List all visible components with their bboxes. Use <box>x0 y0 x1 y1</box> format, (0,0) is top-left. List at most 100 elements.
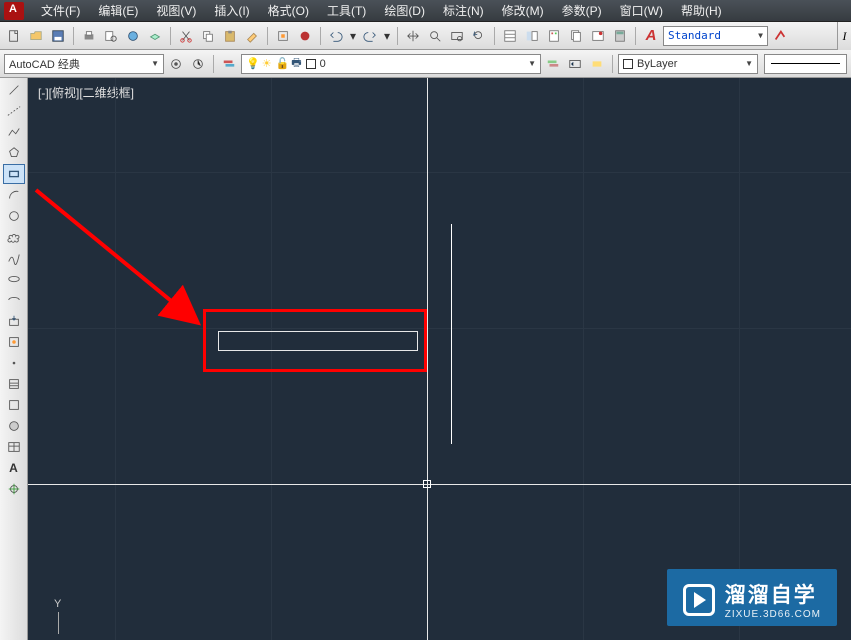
rectangle-tool[interactable] <box>3 164 25 184</box>
crosshair-horizontal <box>28 484 851 485</box>
design-center-button[interactable] <box>522 26 542 46</box>
add-selected-tool[interactable] <box>3 479 25 499</box>
menu-parametric[interactable]: 参数(P) <box>553 0 611 22</box>
layer-previous-button[interactable] <box>565 54 585 74</box>
layer-isolate-button[interactable] <box>587 54 607 74</box>
separator <box>635 27 636 45</box>
ellipse-arc-tool[interactable] <box>3 290 25 310</box>
new-button[interactable] <box>4 26 24 46</box>
pan-button[interactable] <box>403 26 423 46</box>
revision-cloud-tool[interactable] <box>3 227 25 247</box>
point-tool[interactable] <box>3 353 25 373</box>
zoom-previous-button[interactable] <box>469 26 489 46</box>
action-recorder-button[interactable] <box>295 26 315 46</box>
menu-dimension[interactable]: 标注(N) <box>434 0 493 22</box>
watermark-subtitle: ZIXUE.3D66.COM <box>725 609 821 620</box>
grid-line <box>28 328 851 329</box>
redo-dropdown-icon[interactable]: ▾ <box>382 26 392 46</box>
circle-tool[interactable] <box>3 206 25 226</box>
region-tool[interactable] <box>3 416 25 436</box>
menu-edit[interactable]: 编辑(E) <box>89 0 147 22</box>
sheet-set-button[interactable] <box>566 26 586 46</box>
viewport-label[interactable]: [-][俯视][二维线框] <box>38 84 134 101</box>
separator <box>267 27 268 45</box>
print-preview-button[interactable] <box>101 26 121 46</box>
layer-properties-button[interactable] <box>219 54 239 74</box>
layer-color-swatch <box>306 59 316 69</box>
hatch-tool[interactable] <box>3 374 25 394</box>
menu-format[interactable]: 格式(O) <box>259 0 318 22</box>
zoom-realtime-button[interactable] <box>425 26 445 46</box>
chevron-down-icon: ▼ <box>151 59 159 68</box>
workspace-value: AutoCAD 经典 <box>9 56 80 72</box>
markup-button[interactable] <box>588 26 608 46</box>
mtext-tool[interactable]: A <box>3 458 25 478</box>
menu-modify[interactable]: 修改(M) <box>493 0 553 22</box>
menu-draw[interactable]: 绘图(D) <box>375 0 434 22</box>
polyline-tool[interactable] <box>3 122 25 142</box>
menu-insert[interactable]: 插入(I) <box>205 0 258 22</box>
workspace-dropdown[interactable]: AutoCAD 经典 ▼ <box>4 54 164 74</box>
menu-window[interactable]: 窗口(W) <box>611 0 672 22</box>
rectangle-entity[interactable] <box>218 331 418 351</box>
play-icon <box>683 584 715 616</box>
table-tool[interactable] <box>3 437 25 457</box>
zoom-window-button[interactable] <box>447 26 467 46</box>
app-logo-icon <box>4 2 24 20</box>
make-block-tool[interactable] <box>3 332 25 352</box>
print-button[interactable] <box>79 26 99 46</box>
dim-style-icon[interactable]: I <box>837 22 851 50</box>
construction-line-tool[interactable] <box>3 101 25 121</box>
grid-line <box>271 78 272 640</box>
draw-toolbar: A <box>0 78 28 640</box>
copy-button[interactable] <box>198 26 218 46</box>
separator <box>494 27 495 45</box>
text-style-manager-button[interactable] <box>770 26 790 46</box>
cut-button[interactable] <box>176 26 196 46</box>
save-button[interactable] <box>48 26 68 46</box>
workspace-switch-button[interactable] <box>188 54 208 74</box>
menu-file[interactable]: 文件(F) <box>32 0 89 22</box>
bulb-icon: 💡 <box>246 57 260 70</box>
quickcalc-button[interactable] <box>610 26 630 46</box>
tool-palettes-button[interactable] <box>544 26 564 46</box>
match-properties-button[interactable] <box>242 26 262 46</box>
arc-tool[interactable] <box>3 185 25 205</box>
block-editor-button[interactable] <box>273 26 293 46</box>
paste-button[interactable] <box>220 26 240 46</box>
gradient-tool[interactable] <box>3 395 25 415</box>
crosshair-vertical <box>427 78 428 640</box>
text-style-dropdown[interactable]: Standard ▼ <box>663 26 768 46</box>
lineweight-control[interactable] <box>764 54 847 74</box>
lineweight-preview-line <box>771 63 840 64</box>
insert-block-tool[interactable] <box>3 311 25 331</box>
grid-line <box>583 78 584 640</box>
menu-view[interactable]: 视图(V) <box>147 0 205 22</box>
lock-icon: 🔓 <box>276 57 290 70</box>
layer-states-button[interactable] <box>543 54 563 74</box>
chevron-down-icon: ▼ <box>528 59 536 68</box>
drawing-area[interactable]: [-][俯视][二维线框] Y <box>28 78 851 640</box>
undo-button[interactable] <box>326 26 346 46</box>
publish-button[interactable] <box>123 26 143 46</box>
line-tool[interactable] <box>3 80 25 100</box>
polygon-tool[interactable] <box>3 143 25 163</box>
separator <box>73 27 74 45</box>
layer-dropdown[interactable]: 💡 ☀ 🔓 🖶 0 ▼ <box>241 54 541 74</box>
separator <box>213 55 214 73</box>
color-control-dropdown[interactable]: ByLayer ▼ <box>618 54 758 74</box>
undo-dropdown-icon[interactable]: ▾ <box>348 26 358 46</box>
redo-button[interactable] <box>360 26 380 46</box>
menu-help[interactable]: 帮助(H) <box>672 0 731 22</box>
workspace-settings-button[interactable] <box>166 54 186 74</box>
menu-tools[interactable]: 工具(T) <box>318 0 375 22</box>
properties-button[interactable] <box>500 26 520 46</box>
color-value: ByLayer <box>637 58 677 70</box>
3dprint-button[interactable] <box>145 26 165 46</box>
ellipse-tool[interactable] <box>3 269 25 289</box>
spline-tool[interactable] <box>3 248 25 268</box>
crosshair-tick <box>451 224 452 444</box>
text-style-icon[interactable]: A <box>641 26 661 46</box>
open-button[interactable] <box>26 26 46 46</box>
watermark-title: 溜溜自学 <box>725 579 821 609</box>
